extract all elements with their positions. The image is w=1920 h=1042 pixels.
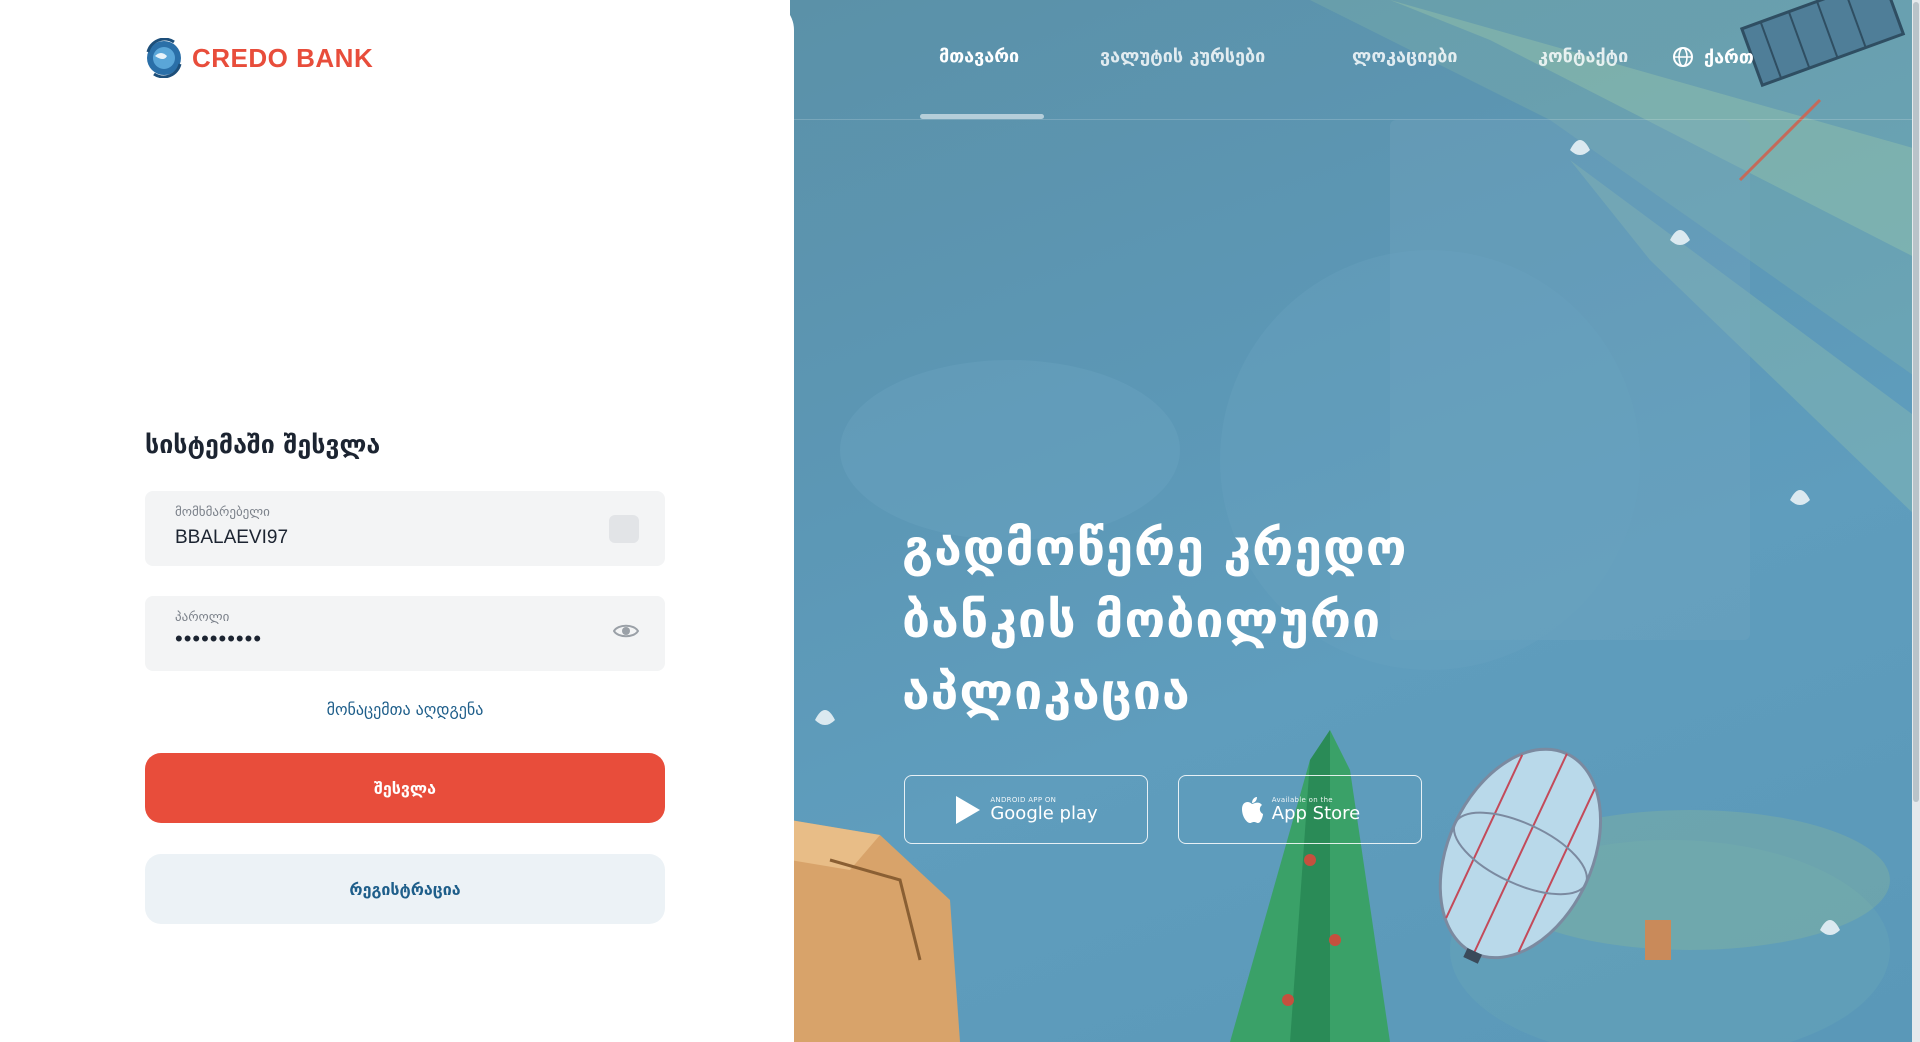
scrollbar-thumb[interactable] [1913,2,1919,802]
language-switcher[interactable]: ქართ [1672,46,1754,68]
login-title: სისტემაში შესვლა [145,430,381,459]
google-play-icon [956,795,981,824]
nav-item-home[interactable]: მთავარი [939,46,1019,67]
brand-logo[interactable]: CREDO BANK [144,38,373,78]
google-play-small-text: ANDROID APP ON [990,795,1057,804]
google-play-label: Google play [990,802,1098,824]
hero-title-line: გადმოწერე კრედო [902,519,1408,577]
nav-active-indicator [920,114,1044,119]
nav-item-currency-rates[interactable]: ვალუტის კურსები [1100,46,1265,67]
hero-title-line: აპლიკაცია [902,663,1191,721]
apple-icon [1241,796,1263,823]
login-button[interactable]: შესვლა [145,753,665,823]
username-field[interactable]: მომხმარებელი BBALAEVI97 [145,491,665,566]
password-field[interactable]: პაროლი •••••••••• [145,596,665,671]
app-store-small-text: Available on the [1271,795,1333,804]
recover-credentials-link[interactable]: მონაცემთა აღდგენა [145,700,665,719]
register-button[interactable]: რეგისტრაცია [145,854,665,924]
language-label: ქართ [1704,46,1754,68]
hero-title-line: ბანკის მობილური [902,591,1382,649]
hero-title: გადმოწერე კრედო ბანკის მობილური აპლიკაცი… [902,512,1542,728]
eye-icon[interactable] [612,622,640,644]
password-label: პაროლი [175,610,230,625]
login-panel: CREDO BANK სისტემაში შესვლა მომხმარებელი… [0,0,794,1042]
nav-item-locations[interactable]: ლოკაციები [1352,46,1458,67]
globe-icon [1673,47,1693,67]
app-store-label: App Store [1271,802,1361,824]
username-value[interactable]: BBALAEVI97 [175,527,288,549]
globe-logo-icon [146,38,182,78]
username-label: მომხმარებელი [175,505,270,520]
hero-panel: მთავარი ვალუტის კურსები ლოკაციები კონტაქ… [790,0,1920,1042]
nav-item-contact[interactable]: კონტაქტი [1538,46,1628,67]
autofill-icon[interactable] [609,515,639,543]
app-store-button[interactable]: Available on the App Store [1178,775,1422,844]
password-value[interactable]: •••••••••• [175,626,262,652]
brand-name: CREDO BANK [192,42,374,73]
google-play-button[interactable]: ANDROID APP ON Google play [904,775,1148,844]
